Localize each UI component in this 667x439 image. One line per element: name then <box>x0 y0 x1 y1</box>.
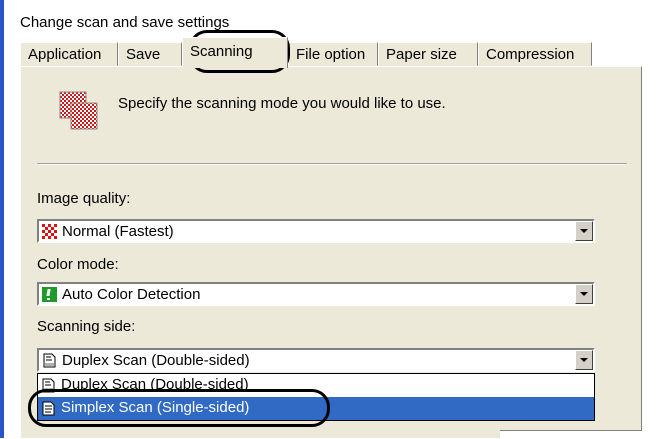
tab-scanning[interactable]: Scanning <box>182 37 288 68</box>
checker-red-icon <box>42 224 57 239</box>
tab-file-option[interactable]: File option <box>288 42 378 66</box>
image-quality-dropdown-button[interactable] <box>575 221 593 241</box>
color-mode-dropdown-button[interactable] <box>575 284 593 304</box>
option-simplex-scan[interactable]: Simplex Scan (Single-sided) <box>38 397 594 420</box>
section-title: Change scan and save settings <box>20 14 230 31</box>
tab-save[interactable]: Save <box>118 42 182 66</box>
color-mode-select[interactable]: Auto Color Detection <box>37 282 595 306</box>
scanning-side-dropdown-list: Duplex Scan (Double-sided) Simplex Scan … <box>37 373 595 421</box>
duplex-page-icon <box>43 353 56 368</box>
option-label: Duplex Scan (Double-sided) <box>61 376 249 393</box>
color-mode-value: Auto Color Detection <box>62 286 201 303</box>
divider <box>37 163 627 165</box>
scanning-side-dropdown-button[interactable] <box>575 350 593 370</box>
tab-paper-size[interactable]: Paper size <box>378 42 478 66</box>
simplex-page-icon <box>42 401 55 416</box>
scanning-side-select[interactable]: Duplex Scan (Double-sided) <box>37 348 595 372</box>
tab-label: Application <box>28 46 102 63</box>
auto-color-icon <box>42 287 57 302</box>
scan-mode-icon <box>59 91 98 130</box>
tab-label: Paper size <box>386 46 457 63</box>
tab-label: File option <box>296 46 366 63</box>
instruction-text: Specify the scanning mode you would like… <box>118 95 446 112</box>
tab-label: Scanning <box>190 43 253 60</box>
image-quality-label: Image quality: <box>37 190 131 207</box>
scanning-side-value: Duplex Scan (Double-sided) <box>62 352 250 369</box>
scanning-side-label: Scanning side: <box>37 318 136 335</box>
option-duplex-scan[interactable]: Duplex Scan (Double-sided) <box>38 374 594 397</box>
tab-compression[interactable]: Compression <box>478 42 592 66</box>
option-label: Simplex Scan (Single-sided) <box>61 399 250 416</box>
color-mode-label: Color mode: <box>37 256 119 273</box>
image-quality-value: Normal (Fastest) <box>62 223 174 240</box>
tab-application[interactable]: Application <box>20 42 118 66</box>
tab-strip: Application Save Scanning File option Pa… <box>20 37 610 68</box>
image-quality-select[interactable]: Normal (Fastest) <box>37 219 595 243</box>
tab-label: Compression <box>486 46 575 63</box>
window-left-edge <box>0 0 4 438</box>
duplex-page-icon <box>42 378 55 393</box>
tab-label: Save <box>126 46 161 63</box>
